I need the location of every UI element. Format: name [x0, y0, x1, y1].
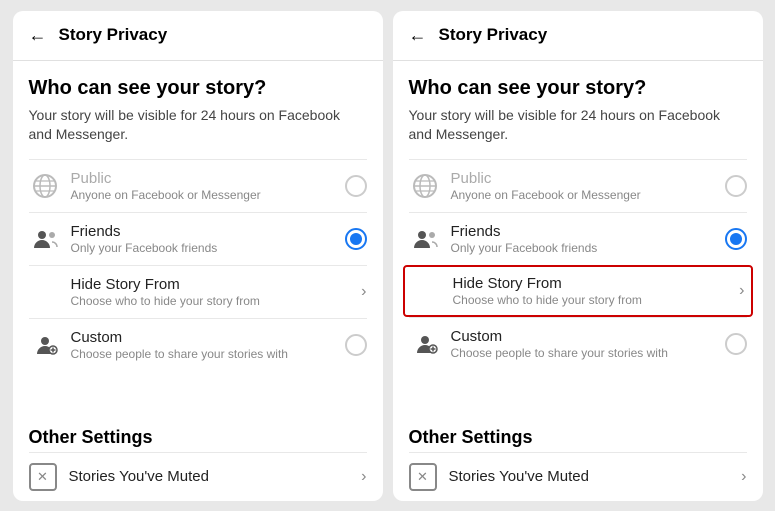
left-back-button[interactable]: ← — [29, 25, 47, 46]
left-muted-stories-row[interactable]: ✕ Stories You've Muted › — [29, 452, 367, 501]
left-custom-sublabel: Choose people to share your stories with — [71, 347, 345, 361]
left-option-public[interactable]: Public Anyone on Facebook or Messenger — [29, 159, 367, 212]
right-custom-sublabel: Choose people to share your stories with — [451, 346, 725, 360]
right-hide-story-sublabel: Choose who to hide your story from — [453, 293, 740, 307]
left-public-sublabel: Anyone on Facebook or Messenger — [71, 188, 345, 202]
left-custom-label: Custom — [71, 329, 345, 346]
left-friends-text: Friends Only your Facebook friends — [71, 223, 345, 255]
left-muted-chevron: › — [361, 468, 366, 486]
right-back-button[interactable]: ← — [409, 25, 427, 46]
mute-icon-x: ✕ — [37, 469, 48, 485]
left-custom-radio[interactable] — [345, 334, 367, 356]
friends-icon — [29, 223, 61, 255]
right-muted-stories-row[interactable]: ✕ Stories You've Muted › — [409, 452, 747, 501]
right-custom-label: Custom — [451, 328, 725, 345]
right-hide-story-text: Hide Story From Choose who to hide your … — [453, 275, 740, 307]
right-friends-sublabel: Only your Facebook friends — [451, 241, 725, 255]
right-friends-radio[interactable] — [725, 228, 747, 250]
right-public-radio[interactable] — [725, 175, 747, 197]
left-friends-label: Friends — [71, 223, 345, 240]
right-custom-radio[interactable] — [725, 333, 747, 355]
right-friends-text: Friends Only your Facebook friends — [451, 223, 725, 255]
right-section-desc: Your story will be visible for 24 hours … — [409, 106, 747, 145]
right-option-custom[interactable]: Custom Choose people to share your stori… — [409, 317, 747, 370]
right-panel: ← Story Privacy Who can see your story? … — [393, 11, 763, 501]
right-mute-icon-x: ✕ — [417, 469, 428, 485]
left-section-title: Who can see your story? — [29, 77, 367, 100]
right-section-title: Who can see your story? — [409, 77, 747, 100]
right-globe-icon — [409, 170, 441, 202]
left-content: Who can see your story? Your story will … — [13, 61, 383, 413]
right-option-hide-story[interactable]: Hide Story From Choose who to hide your … — [403, 265, 753, 317]
left-header: ← Story Privacy — [13, 11, 383, 61]
left-hide-story-label: Hide Story From — [71, 276, 362, 293]
custom-icon — [29, 329, 61, 361]
left-other-settings: Other Settings ✕ Stories You've Muted › — [13, 413, 383, 501]
right-hide-story-label: Hide Story From — [453, 275, 740, 292]
right-muted-chevron: › — [741, 468, 746, 486]
left-other-title: Other Settings — [29, 427, 367, 448]
left-public-text: Public Anyone on Facebook or Messenger — [71, 170, 345, 202]
left-public-radio[interactable] — [345, 175, 367, 197]
left-hide-story-sublabel: Choose who to hide your story from — [71, 294, 362, 308]
left-header-title: Story Privacy — [59, 25, 168, 45]
left-muted-label: Stories You've Muted — [69, 468, 362, 485]
right-header: ← Story Privacy — [393, 11, 763, 61]
left-hide-story-text: Hide Story From Choose who to hide your … — [71, 276, 362, 308]
right-other-title: Other Settings — [409, 427, 747, 448]
right-option-public[interactable]: Public Anyone on Facebook or Messenger — [409, 159, 747, 212]
right-custom-text: Custom Choose people to share your stori… — [451, 328, 725, 360]
mute-icon: ✕ — [29, 463, 57, 491]
left-section-desc: Your story will be visible for 24 hours … — [29, 106, 367, 145]
globe-icon — [29, 170, 61, 202]
left-friends-sublabel: Only your Facebook friends — [71, 241, 345, 255]
left-panel: ← Story Privacy Who can see your story? … — [13, 11, 383, 501]
right-content: Who can see your story? Your story will … — [393, 61, 763, 413]
right-other-settings: Other Settings ✕ Stories You've Muted › — [393, 413, 763, 501]
right-option-friends[interactable]: Friends Only your Facebook friends — [409, 212, 747, 265]
right-public-sublabel: Anyone on Facebook or Messenger — [451, 188, 725, 202]
left-hide-story-chevron: › — [361, 283, 366, 301]
right-custom-icon — [409, 328, 441, 360]
left-friends-radio[interactable] — [345, 228, 367, 250]
right-public-label: Public — [451, 170, 725, 187]
right-friends-label: Friends — [451, 223, 725, 240]
left-option-custom[interactable]: Custom Choose people to share your stori… — [29, 318, 367, 371]
left-option-hide-story[interactable]: Hide Story From Choose who to hide your … — [29, 265, 367, 318]
right-friends-icon — [409, 223, 441, 255]
right-public-text: Public Anyone on Facebook or Messenger — [451, 170, 725, 202]
right-mute-icon: ✕ — [409, 463, 437, 491]
right-muted-label: Stories You've Muted — [449, 468, 742, 485]
right-header-title: Story Privacy — [439, 25, 548, 45]
right-hide-story-chevron: › — [739, 282, 744, 300]
left-custom-text: Custom Choose people to share your stori… — [71, 329, 345, 361]
left-public-label: Public — [71, 170, 345, 187]
left-option-friends[interactable]: Friends Only your Facebook friends — [29, 212, 367, 265]
